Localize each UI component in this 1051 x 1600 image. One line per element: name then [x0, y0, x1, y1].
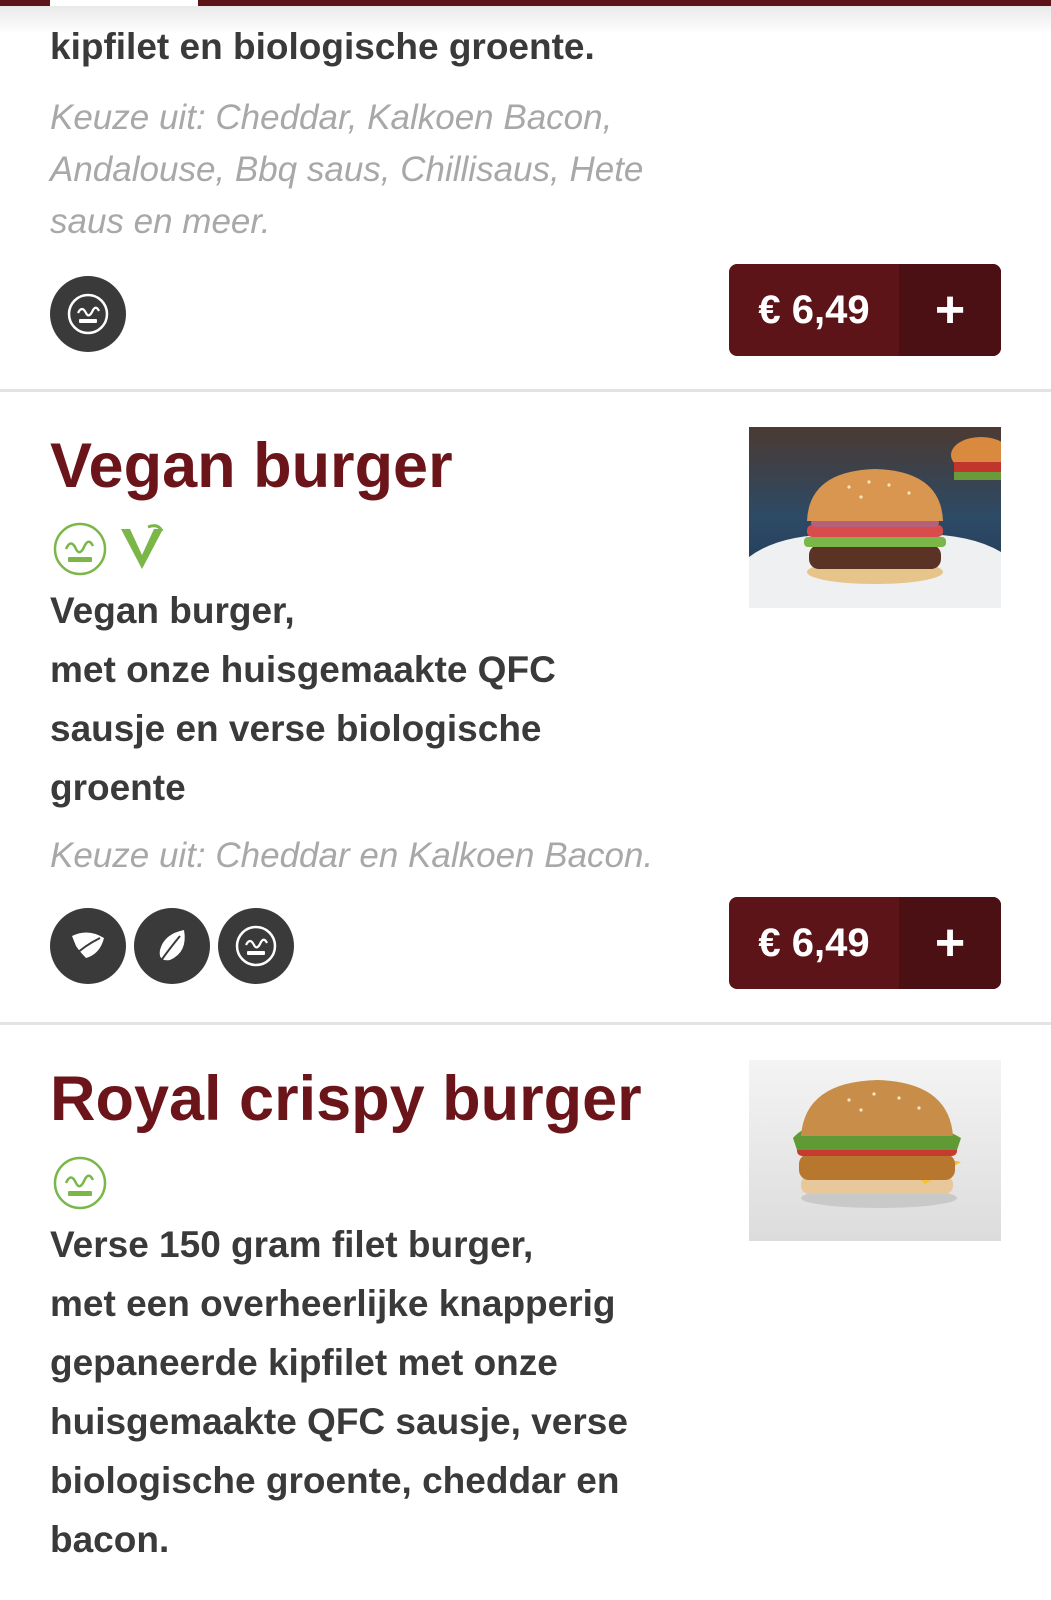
product-image[interactable] — [749, 1060, 1001, 1241]
product-description: kipfilet en biologische groente. — [50, 26, 595, 67]
description-line: sausje en verse biologische — [50, 708, 542, 749]
description-line: bacon. — [50, 1519, 170, 1560]
description-line: gepaneerde kipfilet met onze — [50, 1342, 558, 1383]
halal-icon — [52, 1155, 108, 1216]
description-line: groente — [50, 767, 186, 808]
add-to-cart-button[interactable]: € 6,49 + — [729, 264, 1001, 356]
description-line: Verse 150 gram filet burger, — [50, 1224, 534, 1265]
price-label: € 6,49 — [758, 287, 870, 332]
plus-icon: + — [899, 897, 1001, 989]
product-image[interactable] — [749, 427, 1001, 608]
halal-icon — [218, 908, 294, 984]
description-line: biologische groente, cheddar en — [50, 1460, 620, 1501]
description-line: met een overheerlijke knapperig — [50, 1283, 616, 1324]
add-to-cart-button[interactable]: € 6,49 + — [729, 897, 1001, 989]
product-title[interactable]: Royal crispy burger — [50, 1061, 642, 1137]
vegan-icon — [118, 523, 166, 578]
product-description: Verse 150 gram filet burger, met een ove… — [50, 1215, 710, 1569]
category-tab-bar — [0, 0, 1051, 6]
vegetarian-icon — [50, 908, 126, 984]
product-title[interactable]: Vegan burger — [50, 428, 453, 504]
description-line: huisgemaakte QFC sausje, verse — [50, 1401, 628, 1442]
organic-leaf-icon — [134, 908, 210, 984]
halal-icon — [50, 276, 126, 352]
description-line: Vegan burger, — [50, 590, 295, 631]
item-divider — [0, 389, 1051, 392]
product-choices: Keuze uit: Cheddar en Kalkoen Bacon. — [50, 836, 654, 875]
description-line: met onze huisgemaakte QFC — [50, 649, 556, 690]
product-choices: Keuze uit: Cheddar, Kalkoen Bacon, Andal… — [50, 98, 644, 241]
category-tab-active[interactable] — [50, 0, 198, 6]
product-description: Vegan burger, met onze huisgemaakte QFC … — [50, 581, 710, 817]
halal-icon — [52, 521, 108, 582]
item-divider — [0, 1022, 1051, 1025]
price-label: € 6,49 — [758, 920, 870, 965]
plus-icon: + — [899, 264, 1001, 356]
